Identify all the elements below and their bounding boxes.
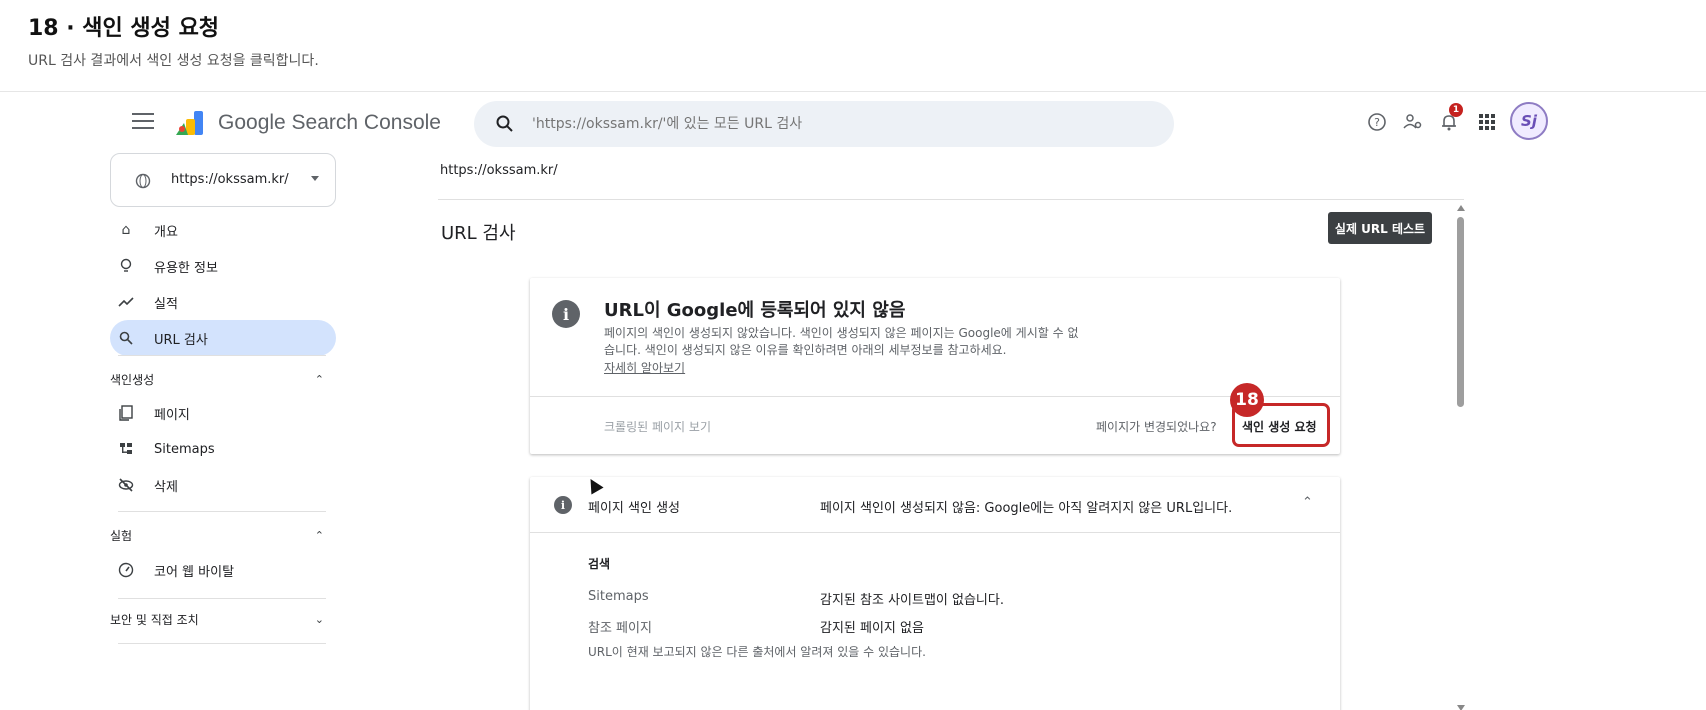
step-number-badge: 18 <box>1230 383 1264 417</box>
svg-text:?: ? <box>1374 116 1380 129</box>
discovery-section-title: 검색 <box>588 557 611 571</box>
header-divider <box>438 199 1464 200</box>
sidebar-divider <box>118 355 326 356</box>
sidebar-item-label: 유용한 정보 <box>154 260 218 276</box>
tutorial-description: URL 검사 결과에서 색인 생성 요청을 클릭합니다. <box>28 53 319 69</box>
status-description: 페이지의 색인이 생성되지 않았습니다. 색인이 생성되지 않은 페이지는 Go… <box>604 325 1134 359</box>
chevron-down-icon: ⌄ <box>314 613 324 626</box>
sidebar-section-indexing[interactable]: 색인생성 ⌃ <box>110 371 336 388</box>
page-indexing-label: 페이지 색인 생성 <box>588 501 680 516</box>
chevron-up-icon: ⌃ <box>314 373 324 386</box>
sitemaps-row-value: 감지된 참조 사이트맵이 없습니다. <box>820 593 1004 608</box>
globe-icon <box>135 173 151 189</box>
referring-page-row-value: 감지된 페이지 없음 <box>820 621 924 636</box>
index-status-card: i URL이 Google에 등록되어 있지 않음 페이지의 색인이 생성되지 … <box>530 278 1340 454</box>
sidebar-item-label: 실적 <box>154 296 178 312</box>
tutorial-title: 18 · 색인 생성 요청 <box>28 16 220 41</box>
info-icon: i <box>552 300 580 328</box>
chevron-up-icon: ⌃ <box>314 529 324 542</box>
referring-page-row-key: 참조 페이지 <box>588 621 652 636</box>
help-icon[interactable]: ? <box>1364 109 1390 135</box>
notification-badge: 1 <box>1449 103 1463 117</box>
search-icon <box>496 115 513 132</box>
status-description-line: 습니다. 색인이 생성되지 않은 이유를 확인하려면 아래의 세부정보를 참고하… <box>604 343 1007 357</box>
home-icon: ⌂ <box>121 222 131 238</box>
page-indexing-header[interactable]: i 페이지 색인 생성 페이지 색인이 생성되지 않음: Google에는 아직… <box>530 477 1340 533</box>
section-label: 색인생성 <box>110 373 155 387</box>
lightbulb-icon <box>118 258 134 274</box>
tutorial-header: 18 · 색인 생성 요청 URL 검사 결과에서 색인 생성 요청을 클릭합니… <box>0 0 1706 92</box>
view-crawled-page-button[interactable]: 크롤링된 페이지 보기 <box>604 418 711 435</box>
sitemap-icon <box>118 441 134 457</box>
sidebar-divider <box>118 511 326 512</box>
page-changed-prompt: 페이지가 변경되었나요? <box>1096 420 1217 434</box>
chevron-up-icon[interactable]: ⌃ <box>1302 495 1313 510</box>
sidebar-section-experience[interactable]: 실험 ⌃ <box>110 527 336 544</box>
visibility-off-icon <box>118 477 134 493</box>
search-console-app: Google Search Console ? 1 Sj https://oks… <box>110 93 1596 710</box>
scrollbar-thumb[interactable] <box>1457 217 1464 407</box>
section-label: 실험 <box>110 529 133 543</box>
caret-down-icon <box>311 176 319 181</box>
sidebar-item-label: URL 검사 <box>154 332 208 348</box>
status-title: URL이 Google에 등록되어 있지 않음 <box>604 300 906 321</box>
brand-name: Google Search Console <box>218 111 441 134</box>
sidebar-item-label: 개요 <box>154 224 178 240</box>
scroll-up-arrow[interactable] <box>1457 205 1465 211</box>
status-description-line: 페이지의 색인이 생성되지 않았습니다. 색인이 생성되지 않은 페이지는 Go… <box>604 326 1079 340</box>
search-input[interactable] <box>532 111 1132 137</box>
sidebar-item-url-inspection[interactable]: URL 검사 <box>110 320 336 356</box>
url-inspect-search[interactable] <box>474 101 1174 147</box>
sitemaps-row-key: Sitemaps <box>588 589 649 604</box>
property-url: https://okssam.kr/ <box>171 172 289 187</box>
sidebar-item-performance[interactable]: 실적 <box>110 284 336 320</box>
sidebar-item-overview[interactable]: ⌂ 개요 <box>110 212 336 248</box>
speed-icon <box>118 562 134 578</box>
card-divider <box>530 396 1340 397</box>
sidebar-item-label: Sitemaps <box>154 441 215 457</box>
property-selector[interactable]: https://okssam.kr/ <box>110 153 336 207</box>
menu-icon[interactable] <box>132 113 154 129</box>
manage-users-icon[interactable] <box>1400 109 1426 135</box>
account-avatar[interactable]: Sj <box>1510 102 1548 140</box>
sidebar-item-label: 코어 웹 바이탈 <box>154 564 235 580</box>
sidebar-item-pages[interactable]: 페이지 <box>110 395 336 431</box>
scroll-down-arrow[interactable] <box>1457 705 1465 710</box>
sidebar-item-core-web-vitals[interactable]: 코어 웹 바이탈 <box>110 552 336 588</box>
sidebar-divider <box>118 598 326 599</box>
sidebar-item-removals[interactable]: 삭제 <box>110 467 336 503</box>
trending-up-icon <box>118 294 134 310</box>
section-label: 보안 및 직접 조치 <box>110 613 199 627</box>
sidebar-section-security[interactable]: 보안 및 직접 조치 ⌄ <box>110 611 336 628</box>
search-console-logo <box>176 111 203 135</box>
sidebar-item-label: 페이지 <box>154 407 190 423</box>
page-indexing-status: 페이지 색인이 생성되지 않음: Google에는 아직 알려지지 않은 URL… <box>820 501 1233 516</box>
sidebar-item-insights[interactable]: 유용한 정보 <box>110 248 336 284</box>
info-icon: i <box>554 496 572 514</box>
page-title: URL 검사 <box>441 223 516 244</box>
live-url-test-button[interactable]: 실제 URL 테스트 <box>1328 212 1432 244</box>
search-icon <box>118 330 134 346</box>
sidebar-item-sitemaps[interactable]: Sitemaps <box>110 431 336 467</box>
learn-more-link[interactable]: 자세히 알아보기 <box>604 359 685 376</box>
page-indexing-card: i 페이지 색인 생성 페이지 색인이 생성되지 않음: Google에는 아직… <box>530 477 1340 710</box>
discovery-note: URL이 현재 보고되지 않은 다른 출처에서 알려져 있을 수 있습니다. <box>588 645 926 659</box>
breadcrumb[interactable]: https://okssam.kr/ <box>440 163 558 178</box>
sidebar-divider <box>118 643 326 644</box>
sidebar-item-label: 삭제 <box>154 479 178 495</box>
pages-icon <box>118 405 134 421</box>
apps-grid-icon[interactable] <box>1474 109 1500 135</box>
scrollbar[interactable] <box>1455 205 1467 710</box>
